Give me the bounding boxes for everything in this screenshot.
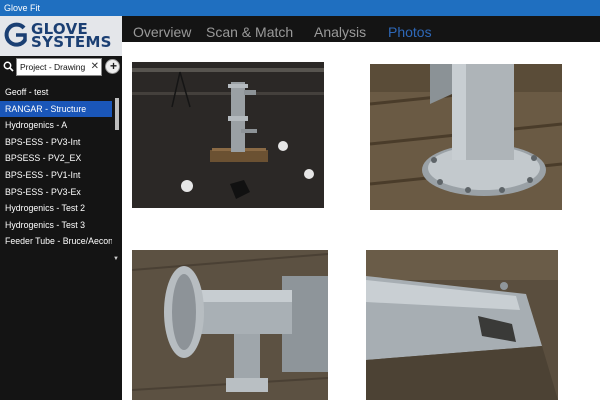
photo-thumbnail-3[interactable] bbox=[132, 250, 328, 400]
brand-name-line2: SYSTEMS bbox=[31, 33, 112, 51]
pipe-assembly-image bbox=[132, 62, 324, 208]
pipe-tee-image bbox=[132, 250, 328, 400]
add-project-button[interactable]: + bbox=[105, 59, 120, 74]
project-search-row: Project - Drawing ✕ + bbox=[0, 56, 122, 78]
main-tabs: Overview Scan & Match Analysis Photos bbox=[122, 16, 600, 42]
photo-thumbnail-2[interactable] bbox=[370, 64, 562, 210]
glove-systems-logo-icon bbox=[4, 22, 27, 47]
window-title: Glove Fit bbox=[4, 3, 41, 13]
window-title-bar: Glove Fit bbox=[0, 0, 600, 16]
search-input[interactable]: Project - Drawing ✕ bbox=[16, 58, 102, 76]
sidebar: GLOVE SYSTEMS Project - Drawing ✕ + Geof… bbox=[0, 16, 122, 400]
project-list-item[interactable]: Hydrogenics - Test 2 bbox=[0, 200, 112, 217]
cut-pipe-image bbox=[366, 250, 558, 400]
photo-thumbnail-4[interactable] bbox=[366, 250, 558, 400]
photos-panel bbox=[122, 42, 600, 400]
project-list-item[interactable]: BPSESS - PV2_EX bbox=[0, 150, 112, 167]
flanged-pipe-image bbox=[370, 64, 562, 210]
project-list-item[interactable]: Feeder Tube - Bruce/Aecon bbox=[0, 233, 112, 250]
plus-icon: + bbox=[109, 59, 117, 73]
brand-logo: GLOVE SYSTEMS bbox=[0, 16, 122, 56]
scrollbar-thumb[interactable] bbox=[115, 98, 119, 130]
project-list-scrollbar[interactable]: ▼ bbox=[113, 84, 121, 264]
project-list-item[interactable]: BPS-ESS - PV1-Int bbox=[0, 167, 112, 184]
project-list-item[interactable]: BPS-ESS - PV3-Ex bbox=[0, 184, 112, 201]
photo-thumbnail-1[interactable] bbox=[132, 62, 324, 208]
clear-search-icon[interactable]: ✕ bbox=[91, 59, 99, 75]
search-icon bbox=[3, 61, 14, 72]
project-list-item[interactable]: Hydrogenics - A bbox=[0, 117, 112, 134]
project-list-item[interactable]: Geoff - test bbox=[0, 84, 112, 101]
project-list-item[interactable]: RANGAR - Structure bbox=[0, 100, 112, 118]
project-list: Geoff - test RANGAR - Structure Hydrogenic… bbox=[0, 84, 112, 250]
project-list-item[interactable]: BPS-ESS - PV3-Int bbox=[0, 134, 112, 151]
search-input-value: Project - Drawing bbox=[20, 62, 86, 72]
project-list-item[interactable]: Hydrogenics - Test 3 bbox=[0, 217, 112, 234]
scroll-down-arrow-icon[interactable]: ▼ bbox=[113, 256, 119, 262]
